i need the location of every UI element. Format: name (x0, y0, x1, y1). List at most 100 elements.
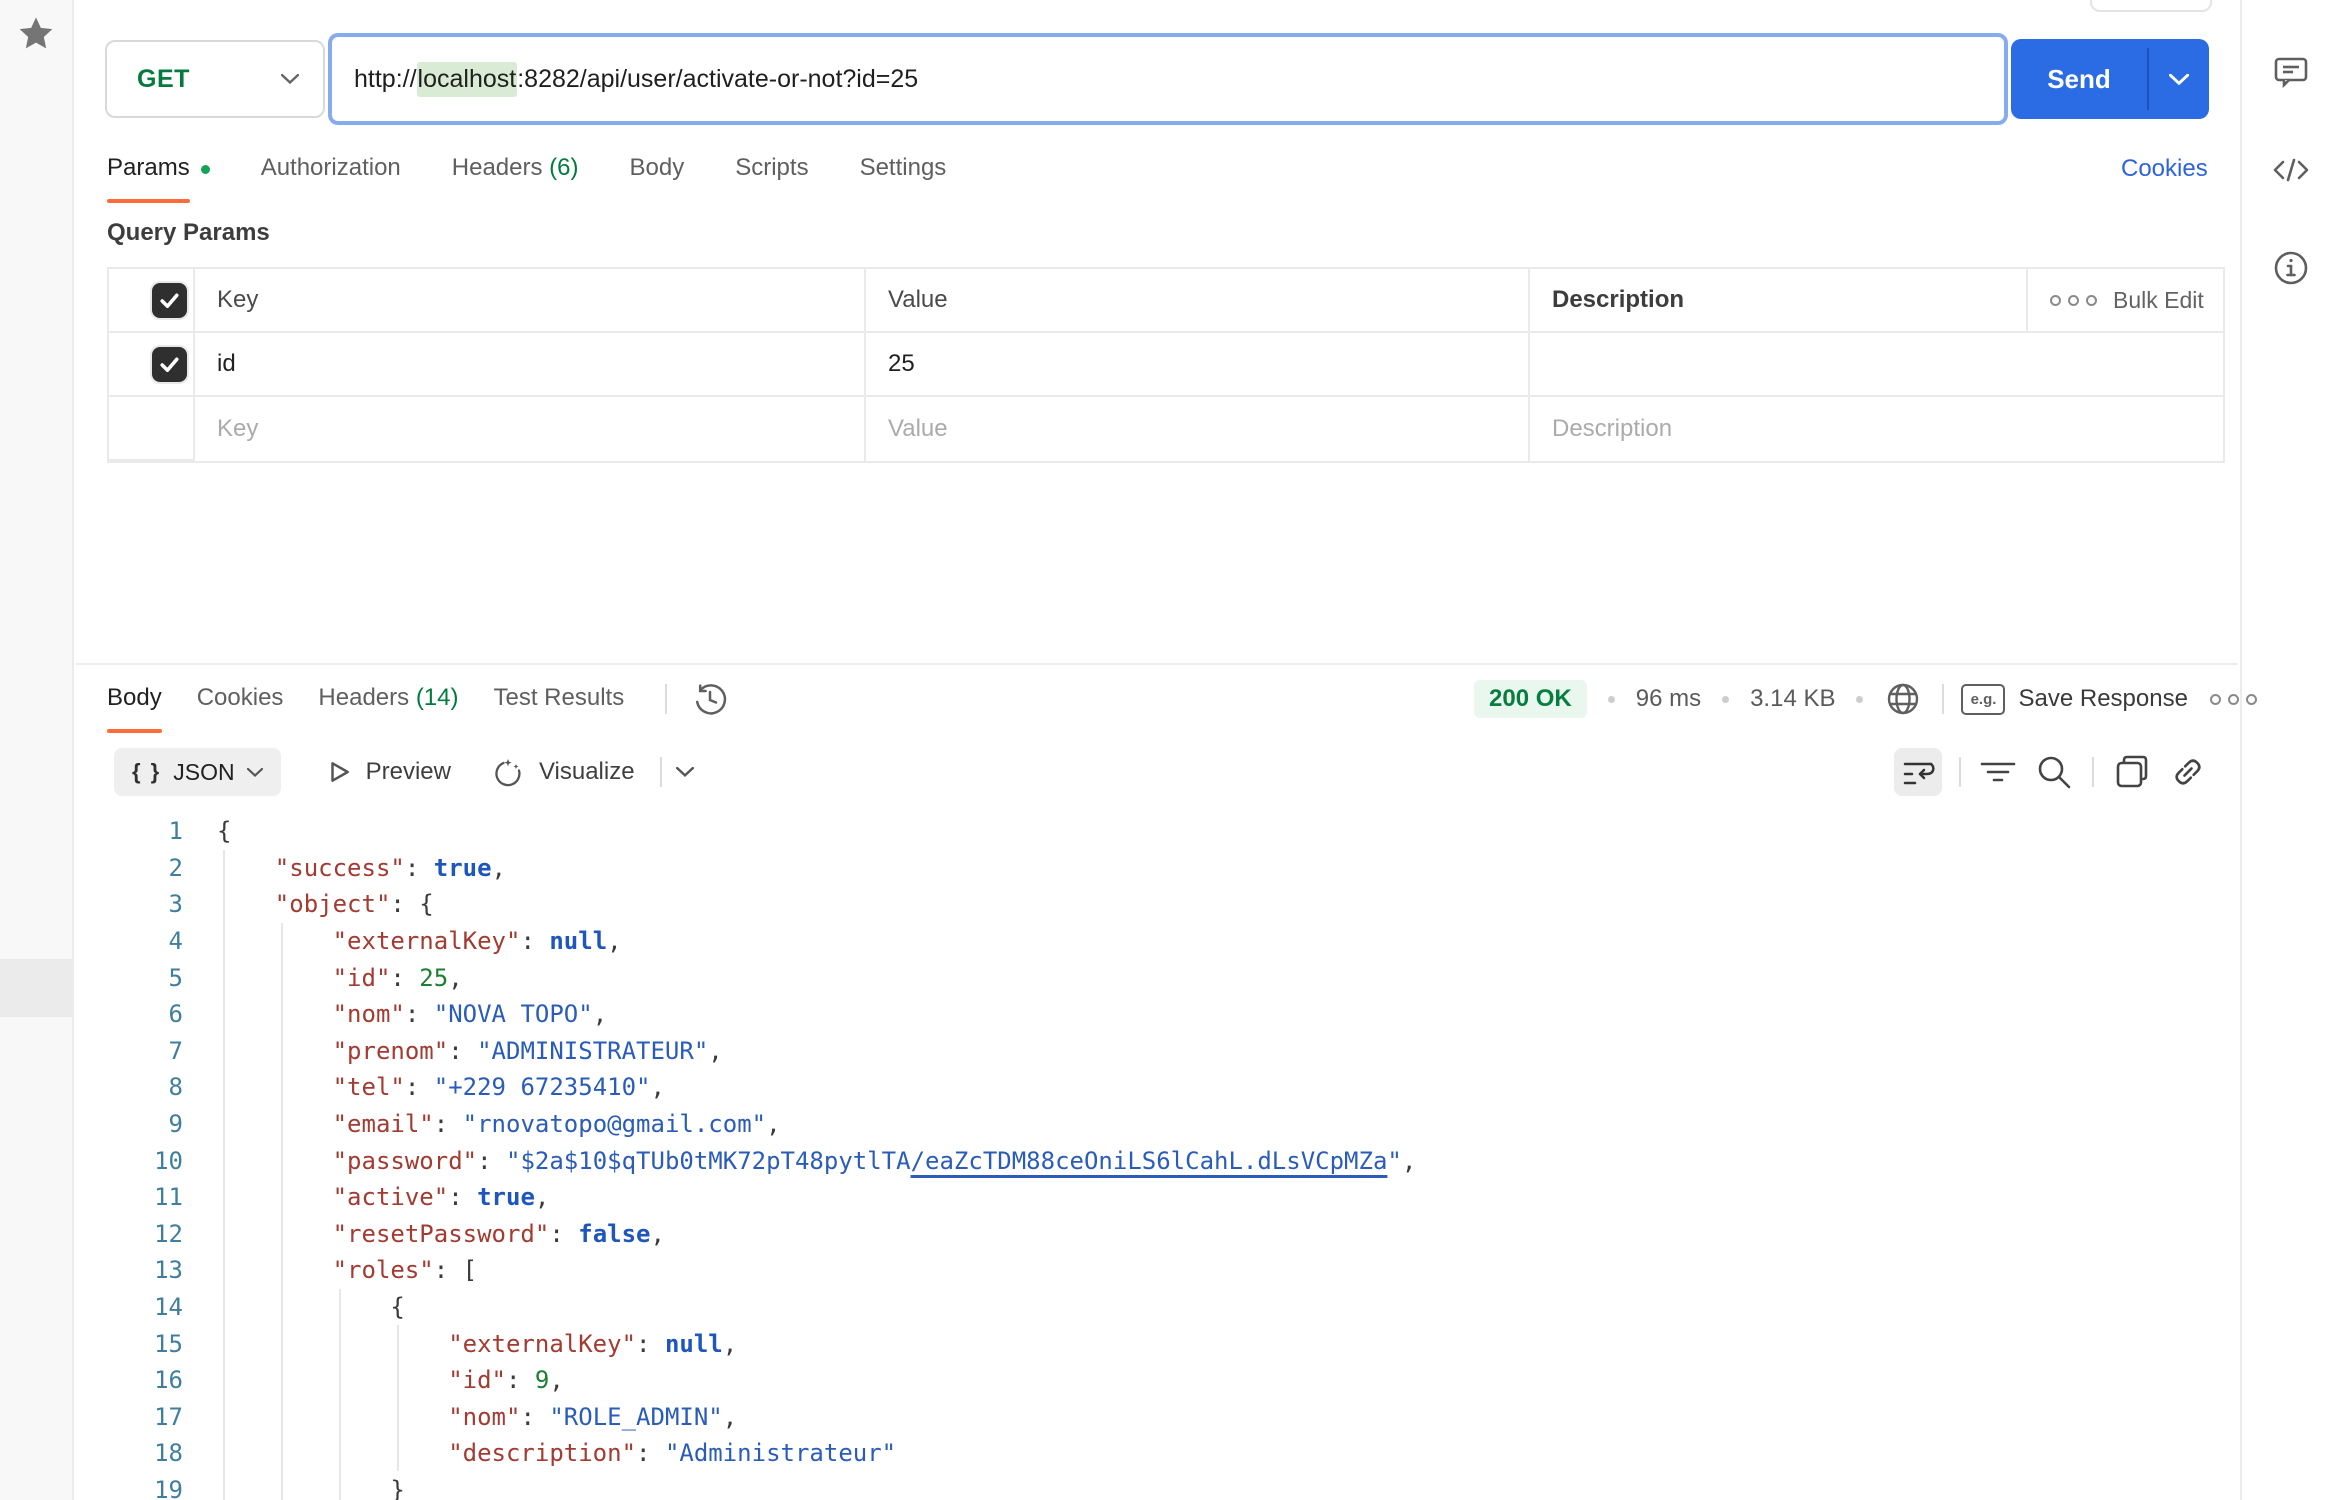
tab-label: Params (107, 152, 190, 184)
param-enabled-checkbox[interactable] (152, 347, 187, 382)
link-icon[interactable] (2168, 752, 2208, 792)
tab-headers[interactable]: Headers (6) (452, 152, 579, 184)
response-tab-test-results[interactable]: Test Results (494, 682, 625, 714)
line-number: 16 (0, 1366, 183, 1394)
code-line: 9 "email": "rnovatopo@gmail.com", (0, 1106, 2338, 1143)
response-body-toolbar: { } JSON Preview Visualize (114, 748, 694, 796)
code-line-content: "resetPassword": false, (217, 1220, 665, 1248)
wrap-text-button[interactable] (1894, 748, 1942, 796)
copy-icon[interactable] (2112, 752, 2152, 792)
response-tab-body[interactable]: Body (107, 682, 162, 714)
code-line-content: "prenom": "ADMINISTRATEUR", (217, 1037, 723, 1065)
bulk-edit-button[interactable]: Bulk Edit (2050, 287, 2204, 314)
tab-label: Headers (6) (452, 152, 579, 184)
code-snippet-icon[interactable] (2271, 150, 2311, 190)
app-window: GET http://localhost:8282/api/user/activ… (0, 0, 2338, 1500)
url-suffix: :8282/api/user/activate-or-not?id=25 (517, 65, 918, 94)
example-badge-icon[interactable]: e.g. (1961, 684, 2005, 715)
tab-params[interactable]: Params (107, 152, 210, 184)
response-body-code[interactable]: 1{2 "success": true,3 "object": {4 "exte… (0, 813, 2338, 1500)
code-line-content: "password": "$2a$10$qTUb0tMK72pT48pytlTA… (217, 1147, 1416, 1175)
code-line-content: "id": 9, (217, 1366, 564, 1394)
tab-label: Authorization (261, 152, 401, 184)
line-number: 18 (0, 1439, 183, 1467)
separator-dot (1722, 696, 1729, 703)
response-time[interactable]: 96 ms (1636, 685, 1701, 713)
tools-separator (1959, 757, 1961, 787)
tab-authorization[interactable]: Authorization (261, 152, 401, 184)
comments-icon[interactable] (2271, 52, 2311, 92)
unsaved-changes-dot (201, 165, 210, 174)
indent-guide (397, 1325, 399, 1471)
line-number: 13 (0, 1256, 183, 1284)
visualize-chevron-icon[interactable] (676, 767, 694, 777)
tab-label: Settings (860, 152, 947, 184)
code-line: 19 } (0, 1472, 2338, 1500)
tab-label: Cookies (197, 682, 284, 714)
param-key-field[interactable]: id (195, 333, 866, 397)
code-line-content: { (217, 1293, 405, 1321)
visualize-label: Visualize (539, 758, 635, 786)
code-line: 2 "success": true, (0, 850, 2338, 887)
send-button[interactable]: Send (2011, 39, 2209, 119)
param-value-field[interactable]: 25 (866, 333, 1530, 397)
code-line: 8 "tel": "+229 67235410", (0, 1069, 2338, 1106)
tab-label: Test Results (494, 682, 625, 714)
wrap-text-icon (1901, 755, 1935, 789)
code-line: 3 "object": { (0, 886, 2338, 923)
url-input[interactable]: http://localhost:8282/api/user/activate-… (328, 33, 2008, 125)
line-number: 9 (0, 1110, 183, 1138)
history-icon[interactable] (692, 681, 728, 717)
response-tab-headers[interactable]: Headers (14) (318, 682, 458, 714)
line-number: 19 (0, 1476, 183, 1500)
code-line: 1{ (0, 813, 2338, 850)
send-button-label: Send (2011, 64, 2147, 95)
query-params-title: Query Params (107, 219, 270, 247)
code-line-content: "active": true, (217, 1183, 549, 1211)
status-badge[interactable]: 200 OK (1474, 680, 1587, 718)
format-selector[interactable]: { } JSON (114, 748, 281, 796)
param-description-field[interactable] (1530, 333, 2223, 397)
indent-guide (281, 923, 283, 1500)
format-label: JSON (173, 759, 234, 786)
line-number: 15 (0, 1330, 183, 1358)
play-icon (326, 759, 352, 785)
line-number: 1 (0, 817, 183, 845)
tab-scripts[interactable]: Scripts (735, 152, 808, 184)
code-line: 4 "externalKey": null, (0, 923, 2338, 960)
method-label: GET (137, 65, 190, 94)
favorite-star-icon[interactable] (16, 14, 56, 54)
tab-settings[interactable]: Settings (860, 152, 947, 184)
filter-icon[interactable] (1978, 752, 2018, 792)
tab-label: Body (107, 682, 162, 714)
indent-guide (223, 850, 225, 1500)
code-line: 6 "nom": "NOVA TOPO", (0, 996, 2338, 1033)
line-number: 11 (0, 1183, 183, 1211)
visualize-button[interactable]: Visualize (493, 756, 635, 788)
tab-body[interactable]: Body (630, 152, 685, 184)
preview-label: Preview (366, 758, 451, 786)
code-line: 17 "nom": "ROLE_ADMIN", (0, 1399, 2338, 1436)
network-globe-icon[interactable] (1884, 680, 1922, 718)
response-more-options-icon[interactable] (2210, 694, 2257, 705)
separator-dot (1856, 696, 1863, 703)
response-view-tools (1894, 748, 2208, 796)
tab-label: Headers (14) (318, 682, 458, 714)
param-description-field[interactable]: Description (1530, 397, 2223, 461)
select-all-checkbox[interactable] (152, 283, 187, 318)
param-key-field[interactable]: Key (195, 397, 866, 461)
param-value-field[interactable]: Value (866, 397, 1530, 461)
info-icon[interactable] (2271, 248, 2311, 288)
cookies-link[interactable]: Cookies (2121, 153, 2208, 185)
preview-button[interactable]: Preview (326, 758, 451, 786)
send-options-chevron-icon[interactable] (2149, 74, 2209, 85)
response-size[interactable]: 3.14 KB (1750, 685, 1835, 713)
search-icon[interactable] (2034, 752, 2074, 792)
truncated-toolbar-button (2090, 0, 2212, 12)
response-tab-cookies[interactable]: Cookies (197, 682, 284, 714)
bulk-edit-label: Bulk Edit (2113, 287, 2204, 314)
method-selector[interactable]: GET (105, 40, 325, 118)
save-response-button[interactable]: Save Response (2018, 685, 2187, 713)
column-header-description: Description (1530, 269, 2028, 333)
line-number: 5 (0, 964, 183, 992)
